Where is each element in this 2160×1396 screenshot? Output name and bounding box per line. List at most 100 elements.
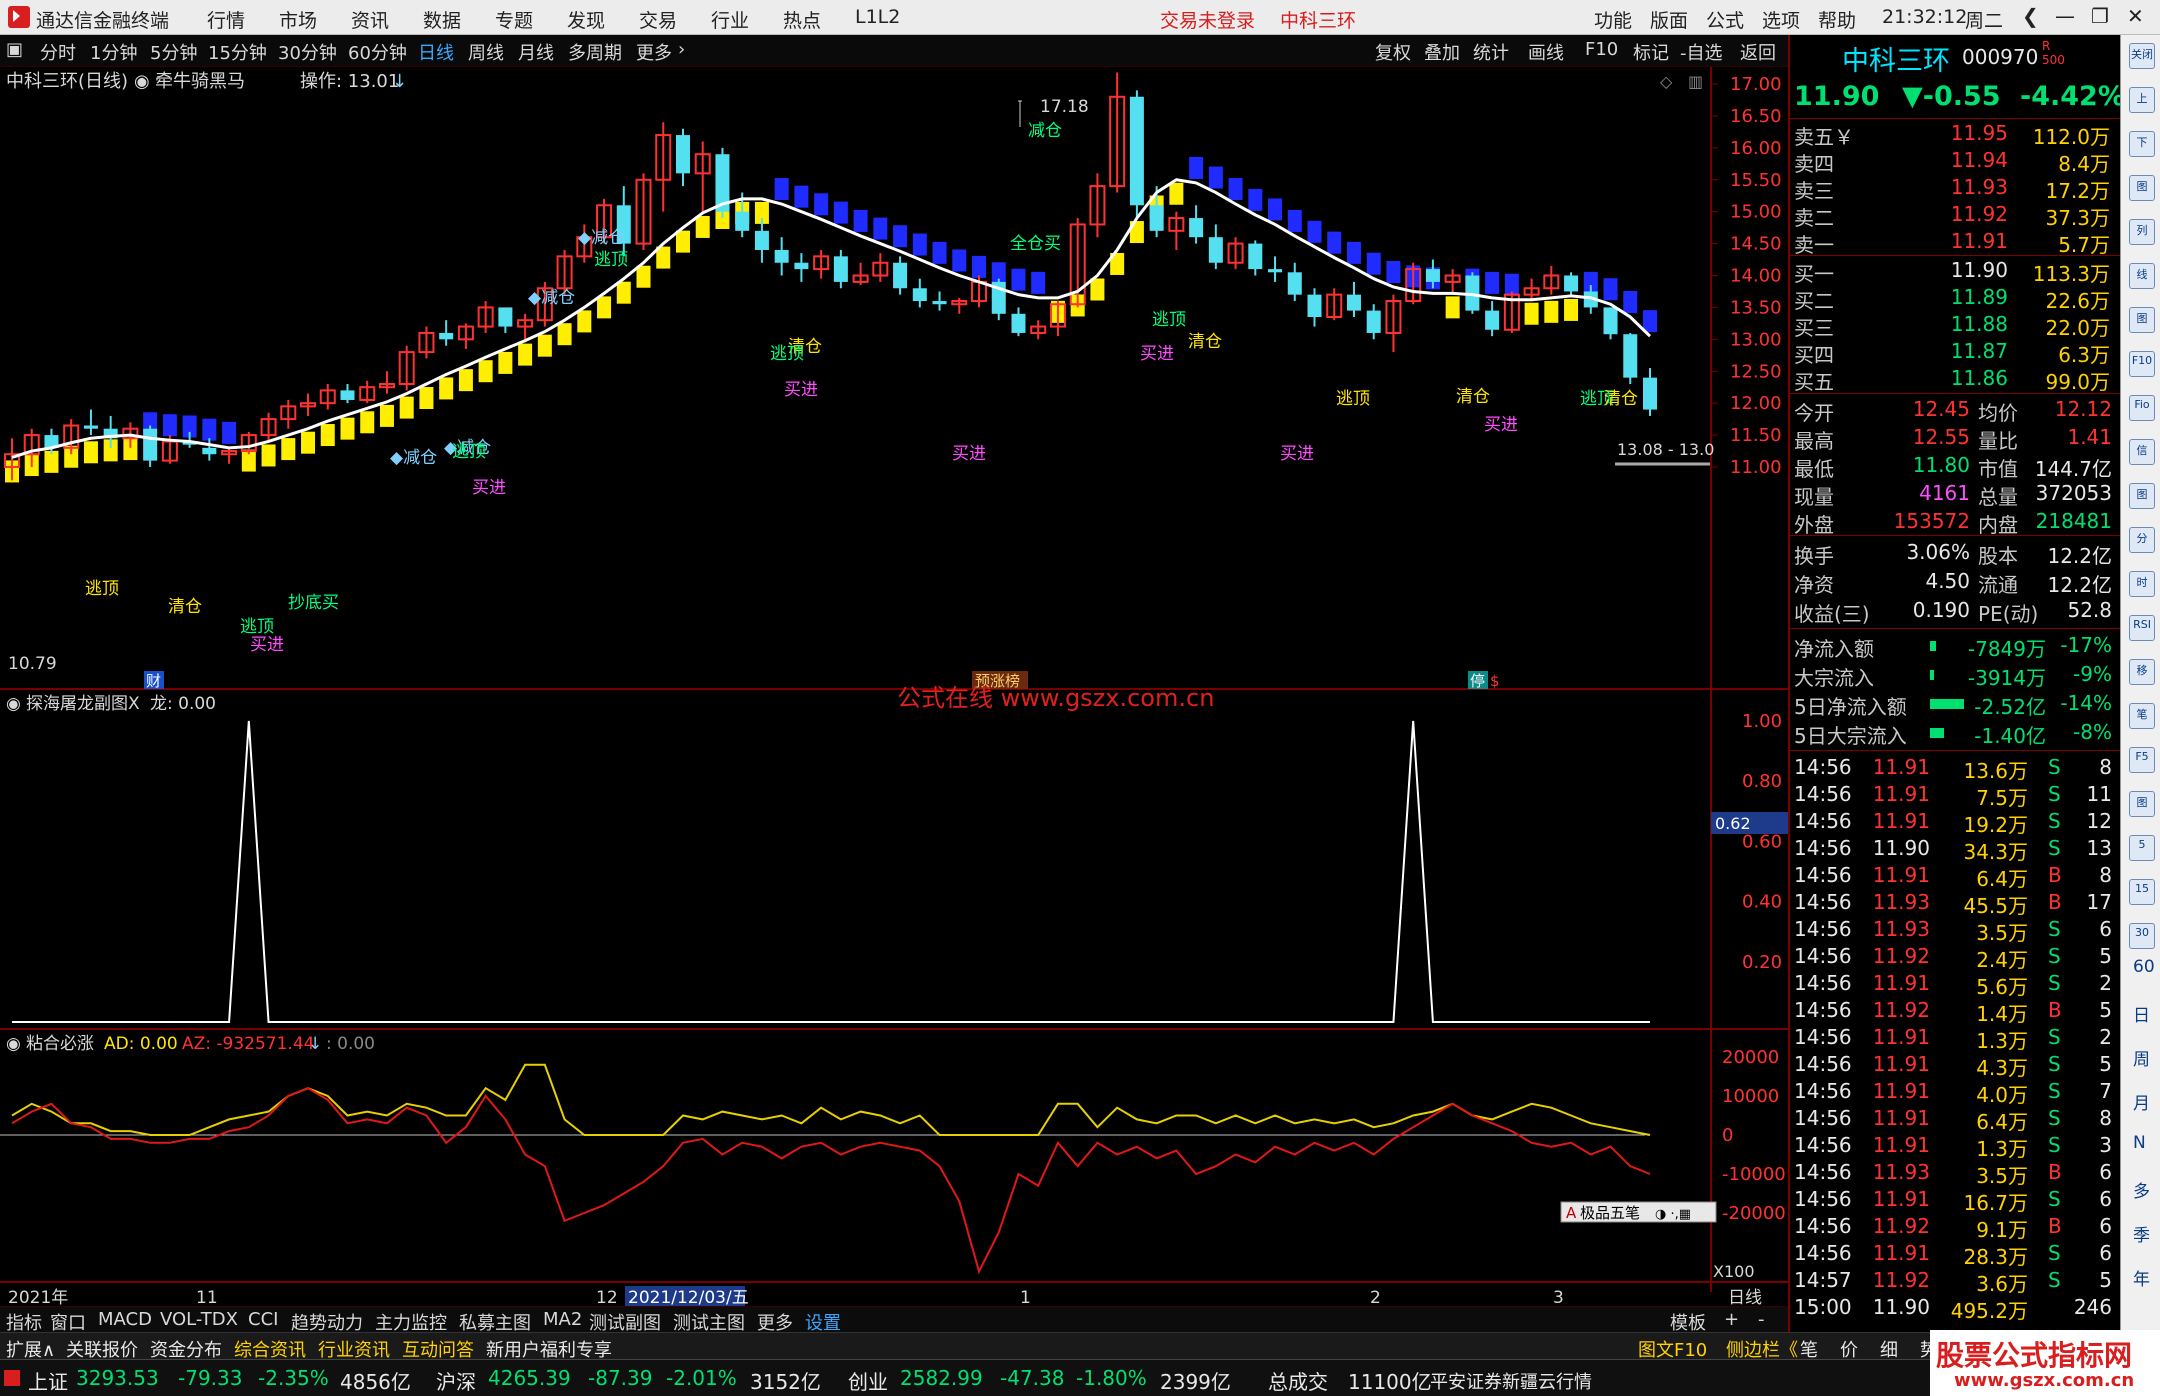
side-period-button[interactable]: 日 xyxy=(2133,1001,2150,1026)
main-formula-name[interactable]: 牵牛骑黑马 xyxy=(155,71,245,92)
side-period-button[interactable]: 月 xyxy=(2133,1089,2150,1114)
side-icon-button[interactable]: 图 xyxy=(2129,791,2155,817)
buy-band-block xyxy=(281,438,296,461)
tab-weekly[interactable]: 周线 xyxy=(468,39,504,65)
side-icon-button[interactable]: 关闭 xyxy=(2129,43,2155,69)
side-icon-button[interactable]: 线 xyxy=(2129,263,2155,289)
candle-body-down xyxy=(893,262,908,289)
tab-ma2[interactable]: MA2 xyxy=(543,1309,582,1330)
menu-item-data[interactable]: 数据 xyxy=(423,6,461,33)
tick-volume: 495.2万 xyxy=(1950,1299,2028,1323)
side-icon-button[interactable]: F5 xyxy=(2129,747,2155,773)
side-period-button[interactable]: 多 xyxy=(2133,1177,2150,1202)
btn-f10[interactable]: F10 xyxy=(1585,39,1618,60)
side-icon-button[interactable]: 图 xyxy=(2129,175,2155,201)
btn-return[interactable]: 返回 xyxy=(1740,39,1776,65)
tab-remove[interactable]: - xyxy=(1758,1309,1765,1330)
tab-1min[interactable]: 1分钟 xyxy=(90,39,137,65)
side-icon-button[interactable]: RSI xyxy=(2129,615,2155,641)
side-icon-button[interactable]: 图 xyxy=(2129,307,2155,333)
side-icon-button[interactable]: 30 xyxy=(2129,923,2155,949)
menu-item-hot[interactable]: 热点 xyxy=(783,6,821,33)
kline-chart[interactable]: 中科三环(日线) ◉ 牵牛骑黑马 操作: 13.01 ↓ ◇ ▥ 17.00 16… xyxy=(0,67,1788,1306)
tab-cci[interactable]: CCI xyxy=(248,1309,278,1330)
menu-item-topics[interactable]: 专题 xyxy=(495,6,533,33)
restore-icon[interactable]: ❐ xyxy=(2091,4,2109,28)
menu-item-function[interactable]: 功能 xyxy=(1594,6,1632,33)
side-icon-button[interactable]: 上 xyxy=(2129,87,2155,113)
tick-count: 5 xyxy=(2099,998,2112,1022)
sub2-tick-label: 20000 xyxy=(1722,1047,1779,1068)
tab-60min[interactable]: 60分钟 xyxy=(348,39,407,65)
cy-index-label[interactable]: 创业 xyxy=(848,1366,888,1395)
stat-key: 收益(三) xyxy=(1794,602,1870,626)
menu-item-news[interactable]: 资讯 xyxy=(351,6,389,33)
more-chevron-icon[interactable]: › xyxy=(678,39,685,60)
menu-item-options[interactable]: 选项 xyxy=(1762,6,1800,33)
side-icon-button[interactable]: 图 xyxy=(2129,483,2155,509)
side-icon-button[interactable]: 笔 xyxy=(2129,703,2155,729)
close-icon[interactable]: ✕ xyxy=(2127,4,2144,28)
tab-fenshi[interactable]: 分时 xyxy=(40,39,76,65)
sub1-formula-icon[interactable]: ◉ xyxy=(6,694,21,714)
btn-remove-favorite[interactable]: -自选 xyxy=(1680,39,1723,65)
trade-login-status[interactable]: 交易未登录 xyxy=(1160,6,1255,33)
tab-5min[interactable]: 5分钟 xyxy=(150,39,197,65)
side-icon-button[interactable]: 5 xyxy=(2129,835,2155,861)
menu-item-market[interactable]: 市场 xyxy=(279,6,317,33)
tab-monthly[interactable]: 月线 xyxy=(518,39,554,65)
toolbar-menu-icon[interactable]: ▣ xyxy=(6,39,23,60)
side-icon-glyph: 下 xyxy=(2136,136,2148,149)
side-icon-button[interactable]: 15 xyxy=(2129,879,2155,905)
side-icon-button[interactable]: 分 xyxy=(2129,527,2155,553)
menu-item-help[interactable]: 帮助 xyxy=(1818,6,1856,33)
menu-item-formula[interactable]: 公式 xyxy=(1706,6,1744,33)
tab-vol-tdx[interactable]: VOL-TDX xyxy=(160,1309,238,1330)
minimize-icon[interactable]: — xyxy=(2055,4,2075,28)
tab-macd[interactable]: MACD xyxy=(98,1309,152,1330)
svg-text:逃顶: 逃顶 xyxy=(1152,310,1186,330)
side-icon-button[interactable]: 时 xyxy=(2129,571,2155,597)
side-period-button[interactable]: 年 xyxy=(2133,1265,2150,1290)
tick-time: 14:56 xyxy=(1794,944,1852,968)
btn-fuquan[interactable]: 复权 xyxy=(1375,39,1411,65)
diamond-icon[interactable]: ◇ xyxy=(1660,72,1673,91)
pane-menu-icon[interactable]: ▥ xyxy=(1688,72,1703,91)
btn-overlay[interactable]: 叠加 xyxy=(1424,39,1460,65)
menu-item-l1l2[interactable]: L1L2 xyxy=(855,6,900,28)
side-icon-button[interactable]: 信 xyxy=(2129,439,2155,465)
tick-volume: 34.3万 xyxy=(1963,840,2028,864)
cai-badge-text: 财 xyxy=(146,672,161,690)
side-icon-button[interactable]: 下 xyxy=(2129,131,2155,157)
menu-item-layout[interactable]: 版面 xyxy=(1650,6,1688,33)
tab-daily[interactable]: 日线 xyxy=(418,39,454,65)
back-icon[interactable]: ❮ xyxy=(2022,4,2039,28)
bid-label: 买三 xyxy=(1794,316,1834,340)
sh-index-label[interactable]: 上证 xyxy=(28,1366,68,1395)
side-icon-button[interactable]: 移 xyxy=(2129,659,2155,685)
btn-draw[interactable]: 画线 xyxy=(1528,39,1564,65)
menu-item-trade[interactable]: 交易 xyxy=(639,6,677,33)
side-period-button[interactable]: 周 xyxy=(2133,1045,2150,1070)
menu-item-quote[interactable]: 行情 xyxy=(207,6,245,33)
btn-mark[interactable]: 标记 xyxy=(1633,39,1669,65)
main-formula-icon[interactable]: ◉ xyxy=(134,71,150,92)
cy-index-change: -47.38 xyxy=(1000,1366,1065,1390)
sub2-formula-icon[interactable]: ◉ xyxy=(6,1034,21,1054)
side-period-button[interactable]: 60 xyxy=(2133,957,2155,977)
tab-more[interactable]: 更多 xyxy=(636,39,672,65)
side-icon-button[interactable]: Fio xyxy=(2129,395,2155,421)
btn-stats[interactable]: 统计 xyxy=(1473,39,1509,65)
side-period-button[interactable]: 季 xyxy=(2133,1221,2150,1246)
side-icon-button[interactable]: 列 xyxy=(2129,219,2155,245)
tab-30min[interactable]: 30分钟 xyxy=(278,39,337,65)
menu-item-discover[interactable]: 发现 xyxy=(567,6,605,33)
menu-item-industry[interactable]: 行业 xyxy=(711,6,749,33)
side-period-button[interactable]: N xyxy=(2133,1133,2146,1153)
tab-add[interactable]: + xyxy=(1724,1309,1739,1330)
tab-15min[interactable]: 15分钟 xyxy=(208,39,267,65)
hs-index-label[interactable]: 沪深 xyxy=(436,1366,476,1395)
bid-label: 买五 xyxy=(1794,370,1834,394)
side-icon-button[interactable]: F10 xyxy=(2129,351,2155,377)
tab-multi-period[interactable]: 多周期 xyxy=(568,39,622,65)
